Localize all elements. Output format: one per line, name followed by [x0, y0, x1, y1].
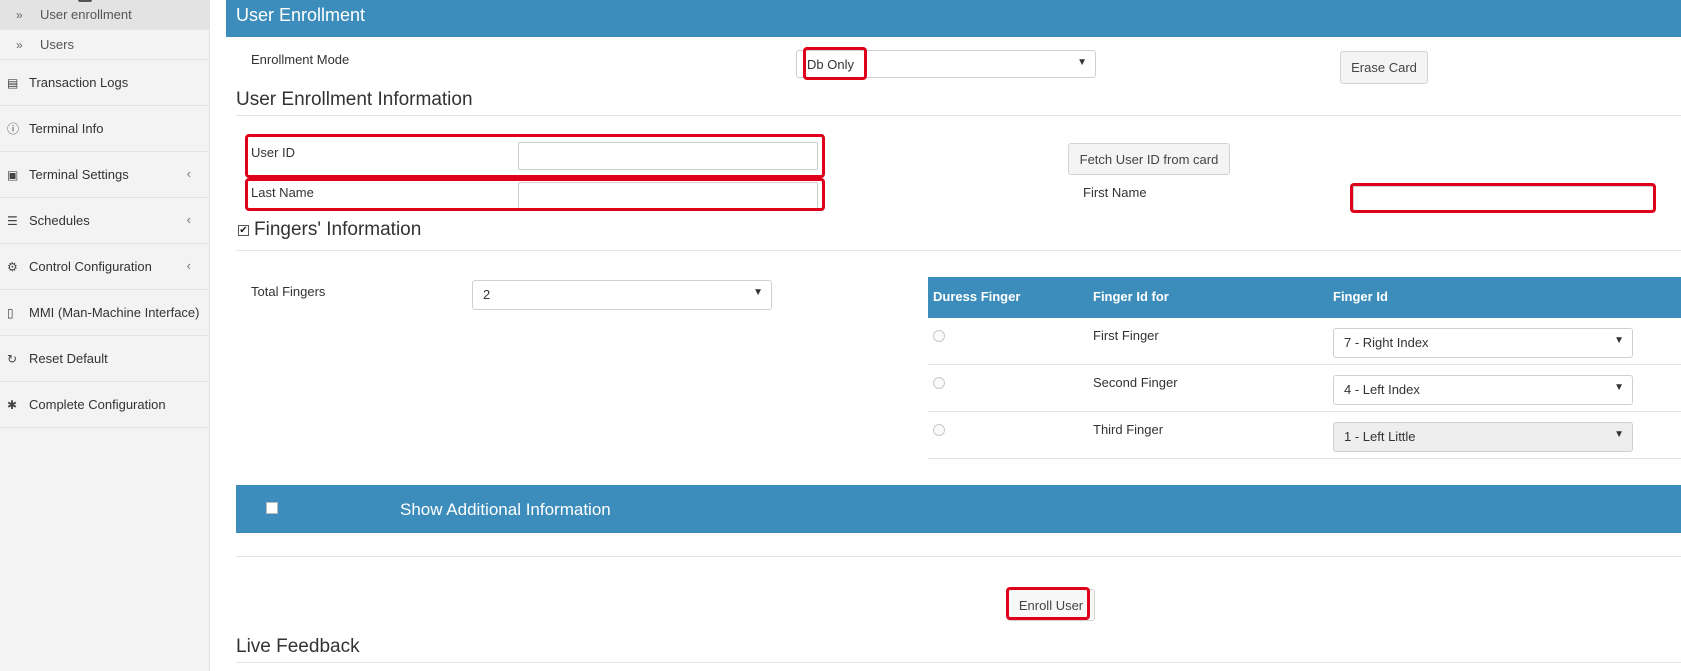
column-header: Duress Finger: [933, 289, 1021, 304]
section-title-fingers: Fingers' Information: [254, 219, 422, 240]
sidebar-item-terminal-info[interactable]: ⓘ Terminal Info: [0, 106, 209, 152]
sidebar-subitem-users[interactable]: » Users: [0, 30, 209, 60]
chevron-left-icon: ‹: [186, 258, 191, 273]
divider: [236, 556, 1681, 557]
finger-label: Third Finger: [1093, 422, 1164, 437]
page-title: User Enrollment: [236, 5, 366, 25]
chevron-left-icon: ‹: [186, 166, 191, 181]
finger-id-select[interactable]: 4 - Left Index ▼: [1333, 375, 1633, 405]
additional-info-checkbox[interactable]: [266, 502, 278, 514]
highlight-box: [1006, 587, 1090, 620]
sidebar-item-label: Control Configuration: [29, 259, 152, 274]
sidebar: » User enrollment » Users ▤ Transaction …: [0, 0, 210, 671]
dropdown-caret-icon: ▼: [753, 287, 763, 298]
column-header: Finger Id: [1333, 289, 1388, 304]
sidebar-item-schedules[interactable]: ☰ Schedules ‹: [0, 198, 209, 244]
additional-info-bar[interactable]: Show Additional Information: [236, 485, 1681, 533]
fingers-info-checkbox[interactable]: ✔: [238, 225, 249, 236]
section-title-user-info: User Enrollment Information: [236, 89, 473, 110]
sidebar-item-label: Transaction Logs: [29, 75, 129, 90]
sidebar-item-transaction-logs[interactable]: ▤ Transaction Logs: [0, 60, 209, 106]
sidebar-item-label: Complete Configuration: [29, 397, 166, 412]
first-name-label: First Name: [1083, 185, 1147, 200]
highlight-box: [245, 178, 825, 211]
finger-id-value: 7 - Right Index: [1344, 335, 1429, 350]
dropdown-caret-icon: ▼: [1614, 429, 1624, 440]
sidebar-item-reset-default[interactable]: ↻ Reset Default: [0, 336, 209, 382]
dropdown-caret-icon: ▼: [1614, 382, 1624, 393]
sidebar-subitem-label: Users: [40, 37, 74, 52]
double-chevron-right-icon: »: [16, 7, 23, 22]
duress-finger-radio[interactable]: [933, 424, 945, 436]
total-fingers-select[interactable]: 2 ▼: [472, 280, 772, 310]
gears-icon: ⚙: [7, 259, 18, 274]
sidebar-subitem-user-enrollment[interactable]: » User enrollment: [0, 0, 209, 30]
table-row: Third Finger 1 - Left Little ▼: [928, 412, 1681, 459]
duress-finger-radio[interactable]: [933, 377, 945, 389]
sidebar-item-terminal-settings[interactable]: ▣ Terminal Settings ‹: [0, 152, 209, 198]
enrollment-mode-label: Enrollment Mode: [251, 52, 350, 67]
chevron-left-icon: ‹: [186, 212, 191, 227]
sidebar-item-label: MMI (Man-Machine Interface): [29, 305, 200, 320]
divider: [236, 662, 1681, 663]
column-header: Finger Id for: [1093, 289, 1169, 304]
sidebar-item-complete-configuration[interactable]: ✱ Complete Configuration: [0, 382, 209, 428]
sidebar-item-control-configuration[interactable]: ⚙ Control Configuration ‹: [0, 244, 209, 290]
highlight-box: [803, 47, 867, 80]
erase-card-button[interactable]: Erase Card: [1340, 51, 1428, 84]
table-row: Second Finger 4 - Left Index ▼: [928, 365, 1681, 412]
double-chevron-right-icon: »: [16, 37, 23, 52]
total-fingers-label: Total Fingers: [251, 284, 326, 299]
gear-icon: ✱: [7, 397, 18, 412]
divider: [236, 250, 1681, 251]
dropdown-caret-icon: ▼: [1077, 57, 1087, 68]
refresh-icon: ↻: [7, 351, 18, 366]
finger-label: Second Finger: [1093, 375, 1178, 390]
list-icon: ☰: [7, 213, 18, 228]
sidebar-subitem-label: User enrollment: [40, 7, 132, 22]
finger-id-select[interactable]: 1 - Left Little ▼: [1333, 422, 1633, 452]
dropdown-caret-icon: ▼: [1614, 335, 1624, 346]
sidebar-item-mmi[interactable]: ▯ MMI (Man-Machine Interface): [0, 290, 209, 336]
mobile-icon: ▯: [7, 305, 14, 320]
finger-table-header: Duress Finger Finger Id for Finger Id: [928, 277, 1681, 318]
sidebar-item-label: Schedules: [29, 213, 90, 228]
sidebar-top-fragment: [78, 0, 92, 2]
finger-id-value: 4 - Left Index: [1344, 382, 1420, 397]
fetch-user-id-button[interactable]: Fetch User ID from card: [1068, 143, 1230, 175]
file-icon: ▤: [7, 75, 19, 90]
duress-finger-radio[interactable]: [933, 330, 945, 342]
table-row: First Finger 7 - Right Index ▼: [928, 318, 1681, 365]
main-content: User Enrollment Enrollment Mode Db Only …: [226, 0, 1681, 671]
page-header: User Enrollment: [226, 0, 1681, 37]
sidebar-item-label: Terminal Info: [29, 121, 104, 136]
total-fingers-value: 2: [483, 287, 491, 302]
sidebar-item-label: Terminal Settings: [29, 167, 129, 182]
finger-label: First Finger: [1093, 328, 1159, 343]
additional-info-label: Show Additional Information: [400, 500, 611, 519]
finger-id-value: 1 - Left Little: [1344, 429, 1416, 444]
info-circle-icon: ⓘ: [7, 122, 20, 136]
highlight-box: [245, 134, 825, 178]
finger-id-select[interactable]: 7 - Right Index ▼: [1333, 328, 1633, 358]
divider: [236, 115, 1681, 116]
section-title-live-feedback: Live Feedback: [236, 636, 360, 657]
camera-icon: ▣: [7, 167, 19, 182]
highlight-box: [1350, 183, 1656, 213]
sidebar-item-label: Reset Default: [29, 351, 108, 366]
